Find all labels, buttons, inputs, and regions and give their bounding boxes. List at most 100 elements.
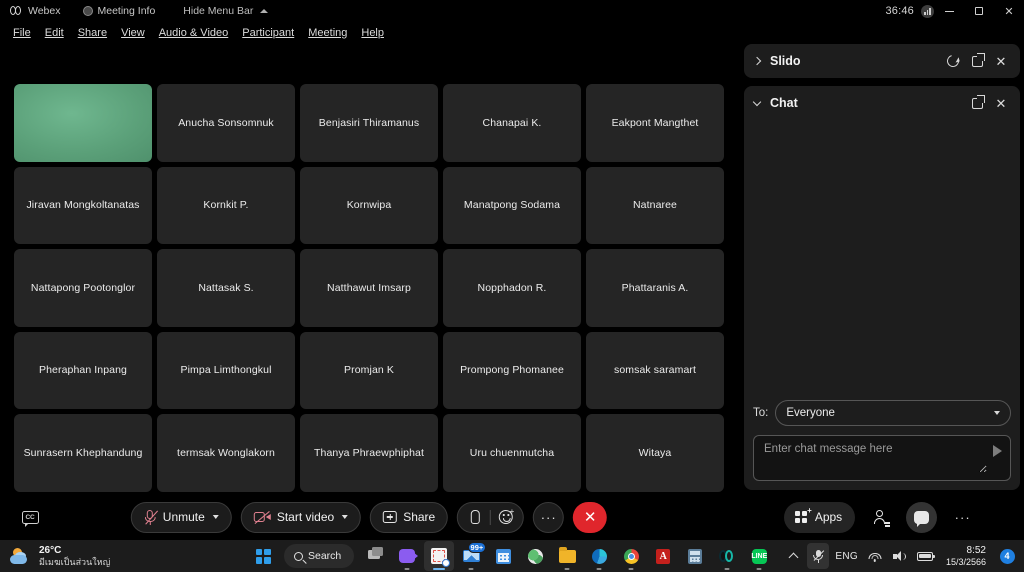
chat-actions: ✕ [966, 92, 1012, 114]
menu-share[interactable]: Share [71, 25, 114, 41]
taskbar-snipping-tool[interactable] [424, 541, 455, 571]
slido-popout-button[interactable] [966, 50, 988, 72]
participant-tile[interactable]: somsak saramart [586, 331, 724, 410]
tray-notifications[interactable]: 4 [996, 543, 1018, 569]
tray-network[interactable] [864, 543, 886, 569]
chevron-down-icon[interactable] [212, 515, 219, 519]
hide-menu-bar-button[interactable]: Hide Menu Bar [183, 5, 269, 17]
tray-clock[interactable]: 8:52 15/3/2566 [939, 543, 993, 569]
start-video-button[interactable]: Start video [240, 501, 362, 533]
participant-tile[interactable]: Natnaree [586, 166, 724, 245]
share-screen-icon [383, 511, 398, 523]
participant-tile[interactable]: Uru chuenmutcha [443, 414, 581, 492]
send-message-icon[interactable] [993, 445, 1002, 457]
slido-refresh-button[interactable] [942, 50, 964, 72]
taskbar-line[interactable]: LINE [744, 541, 774, 571]
tray-battery[interactable] [914, 543, 936, 569]
meeting-info-button[interactable]: Meeting Info [82, 5, 155, 17]
participant-tile[interactable]: Natthawut Imsarp [300, 249, 438, 327]
participant-tile[interactable]: Sunrasern Khephandung [14, 414, 152, 492]
apps-grid-icon: + [794, 506, 812, 524]
chevron-down-icon[interactable] [752, 97, 762, 106]
participant-tile[interactable]: Jiravan Mongkoltanatas [14, 166, 152, 245]
tray-microphone-muted[interactable] [807, 543, 830, 569]
participant-tile[interactable]: Anucha Sonsomnuk [157, 84, 295, 162]
chat-close-button[interactable]: ✕ [990, 92, 1012, 114]
menu-meeting-label: Meeting [308, 27, 348, 39]
apps-button[interactable]: + Apps [783, 501, 856, 533]
taskbar-file-explorer[interactable] [552, 541, 582, 571]
reactions-button[interactable]: + [491, 504, 521, 531]
chat-message-input[interactable] [764, 443, 987, 473]
participant-tile[interactable]: Phattaranis A. [586, 249, 724, 327]
participant-tile[interactable]: termsak Wonglakorn [157, 414, 295, 492]
participant-tile[interactable]: Nattasak S. [157, 249, 295, 327]
menu-participant[interactable]: Participant [235, 25, 301, 41]
taskbar-search[interactable]: Search [284, 544, 355, 568]
chat-popout-button[interactable] [966, 92, 988, 114]
menu-meeting[interactable]: Meeting [301, 25, 354, 41]
taskbar-browser-legacy[interactable] [520, 541, 550, 571]
menu-file[interactable]: File [6, 25, 38, 41]
chevron-right-icon[interactable] [752, 56, 762, 66]
participant-tile[interactable]: Prompong Phomanee [443, 331, 581, 410]
minimize-button[interactable] [934, 0, 964, 22]
tray-expand-button[interactable] [782, 543, 804, 569]
chat-panel-header[interactable]: Chat ✕ [744, 86, 1020, 120]
panel-more-button[interactable]: ··· [947, 502, 978, 533]
raise-hand-button[interactable] [460, 504, 490, 531]
participant-tile[interactable]: Nattapong Pootonglor [14, 249, 152, 327]
close-icon: ✕ [995, 95, 1007, 111]
menu-audio-video[interactable]: Audio & Video [152, 25, 236, 41]
tray-language[interactable]: ENG [832, 543, 861, 569]
taskbar-chrome[interactable] [616, 541, 646, 571]
task-view-button[interactable] [360, 541, 390, 571]
participant-tile[interactable]: Witaya [586, 414, 724, 492]
taskbar-mail-app[interactable]: 99+ [456, 541, 487, 571]
weather-widget[interactable]: 26°C มีเมฆเป็นส่วนใหญ่ [10, 545, 110, 567]
share-button[interactable]: Share [370, 501, 449, 533]
participant-tile[interactable]: Chanapai K. [443, 84, 581, 162]
chat-input-wrapper[interactable] [753, 435, 1011, 481]
unmute-button[interactable]: Unmute [130, 501, 232, 533]
taskbar-acrobat[interactable]: A [648, 541, 678, 571]
camera-off-icon [253, 510, 271, 524]
taskbar-webex[interactable] [712, 541, 742, 571]
participant-tile[interactable]: Kornwipa [300, 166, 438, 245]
participant-tile[interactable]: Pheraphan Inpang [14, 331, 152, 410]
participant-tile[interactable]: Manatpong Sodama [443, 166, 581, 245]
slido-title: Slido [770, 54, 801, 68]
menu-view[interactable]: View [114, 25, 152, 41]
taskbar-teams-app[interactable] [392, 541, 422, 571]
taskbar-edge[interactable] [584, 541, 614, 571]
more-options-button[interactable]: ··· [533, 501, 565, 533]
slido-panel-header[interactable]: Slido ✕ [744, 44, 1020, 78]
participant-tile-self-video[interactable] [14, 84, 152, 162]
participant-tile[interactable]: Thanya Phraewphiphat [300, 414, 438, 492]
chat-button[interactable] [906, 501, 938, 533]
search-label: Search [308, 550, 342, 562]
speaker-icon [892, 550, 907, 562]
emoji-reaction-icon: + [499, 508, 514, 524]
tray-volume[interactable] [889, 543, 911, 569]
participant-tile[interactable]: Kornkit P. [157, 166, 295, 245]
participant-tile[interactable]: Benjasiri Thiramanus [300, 84, 438, 162]
taskbar-calculator[interactable] [680, 541, 710, 571]
close-button[interactable]: ✕ [994, 0, 1024, 22]
menu-help[interactable]: Help [354, 25, 391, 41]
participant-tile[interactable]: Nopphadon R. [443, 249, 581, 327]
chevron-down-icon[interactable] [342, 515, 349, 519]
taskbar-calendar-app[interactable] [488, 541, 518, 571]
start-button[interactable] [248, 541, 278, 571]
slido-close-button[interactable]: ✕ [990, 50, 1012, 72]
closed-captions-button[interactable]: CC [18, 505, 42, 529]
participant-tile[interactable]: Pimpa Limthongkul [157, 331, 295, 410]
participants-button[interactable] [865, 502, 896, 533]
network-quality-icon[interactable] [921, 4, 934, 18]
maximize-button[interactable] [964, 0, 994, 22]
leave-meeting-button[interactable]: ✕ [573, 501, 608, 533]
participant-tile[interactable]: Eakpont Mangthet [586, 84, 724, 162]
chat-recipient-select[interactable]: Everyone [775, 400, 1011, 426]
menu-edit[interactable]: Edit [38, 25, 71, 41]
participant-tile[interactable]: Promjan K [300, 331, 438, 410]
